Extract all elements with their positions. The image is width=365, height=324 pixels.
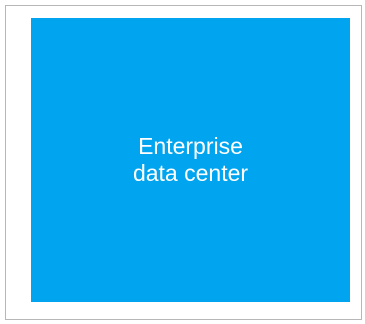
node-label: Enterprise data center [132,133,249,186]
enterprise-data-center-node: Enterprise data center [31,18,350,302]
